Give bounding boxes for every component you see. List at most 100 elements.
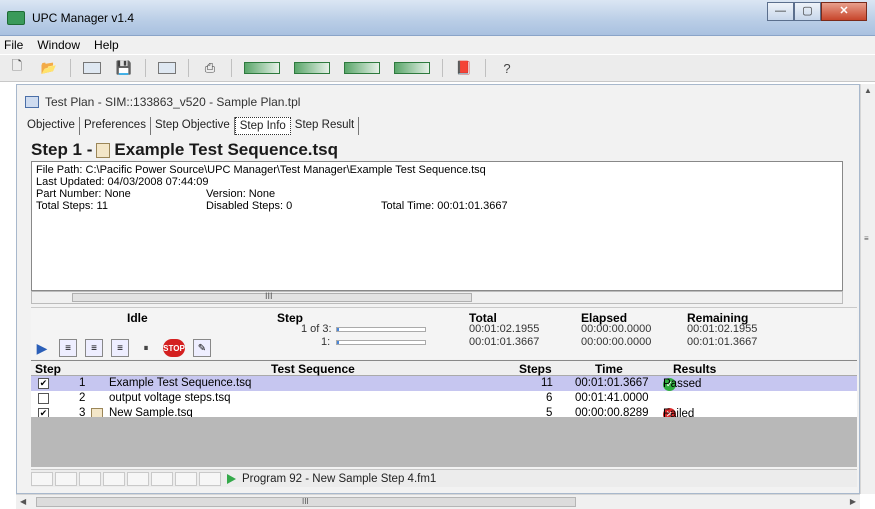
properties-icon[interactable]: [156, 58, 178, 78]
table-header: Step Test Sequence Steps Time Results: [31, 361, 857, 376]
tab-step-result[interactable]: Step Result: [291, 117, 360, 135]
toolbar-separator: [70, 59, 71, 77]
toolbar-separator: [442, 59, 443, 77]
scroll-grip-icon[interactable]: ≡: [864, 234, 869, 243]
row-steps: 6: [546, 392, 553, 404]
status-cell: [127, 471, 149, 486]
window-title: UPC Manager v1.4: [32, 11, 135, 25]
row-number: 1: [79, 377, 86, 389]
remaining-plan: 00:01:02.1955: [687, 323, 758, 335]
tab-step-objective[interactable]: Step Objective: [151, 117, 235, 135]
main-vertical-scrollbar[interactable]: ▲ ≡: [860, 84, 875, 494]
step-progress-label: 1 of 3:: [301, 323, 332, 335]
pause-icon[interactable]: ⏸: [137, 339, 155, 357]
col-step[interactable]: Step: [35, 362, 61, 376]
row-result: Passed: [663, 378, 702, 390]
scroll-grip: III: [302, 497, 309, 506]
row-time: 00:01:01.3667: [575, 377, 649, 389]
elapsed-plan: 00:00:00.0000: [581, 323, 652, 335]
row-sequence: Example Test Sequence.tsq: [109, 377, 252, 389]
sync-icon[interactable]: [392, 58, 432, 78]
row-sequence: output voltage steps.tsq: [109, 392, 231, 404]
scroll-right-icon[interactable]: ▶: [850, 497, 856, 506]
sequence-progress-bar: [336, 340, 426, 345]
close-button[interactable]: ✕: [821, 2, 867, 21]
sequence-file-icon: [96, 142, 111, 158]
row-enable-checkbox[interactable]: [38, 393, 49, 404]
document-header: Test Plan - SIM::133863_v520 - Sample Pl…: [25, 93, 300, 111]
step-over-icon[interactable]: ≡: [85, 339, 103, 357]
book-icon[interactable]: 📕: [453, 58, 475, 78]
run-state: Idle: [127, 311, 148, 325]
save-all-icon[interactable]: 💾: [113, 58, 135, 78]
col-test-sequence[interactable]: Test Sequence: [271, 362, 355, 376]
play-icon[interactable]: ▶: [33, 339, 51, 357]
row-time: 00:01:41.0000: [575, 392, 649, 404]
col-time[interactable]: Time: [595, 362, 623, 376]
new-file-icon[interactable]: 🗋: [6, 58, 28, 78]
test-plan-icon: [25, 96, 39, 108]
menu-window[interactable]: Window: [37, 38, 80, 52]
window-controls: — ▢ ✕: [767, 2, 867, 21]
table-row[interactable]: 2 output voltage steps.tsq 6 00:01:41.00…: [31, 391, 857, 406]
test-plan-window: Test Plan - SIM::133863_v520 - Sample Pl…: [16, 84, 860, 494]
row-number: 2: [79, 392, 86, 404]
run-controls: ▶ ≡ ≡ ≡ ⏸ STOP ✎: [33, 339, 219, 357]
tab-preferences[interactable]: Preferences: [80, 117, 151, 135]
info-horizontal-scrollbar[interactable]: III: [31, 291, 843, 304]
status-cell: [103, 471, 125, 486]
col-steps[interactable]: Steps: [519, 362, 552, 376]
status-cell: [199, 471, 221, 486]
step-out-icon[interactable]: ≡: [111, 339, 129, 357]
info-file-path: File Path: C:\Pacific Power Source\UPC M…: [36, 164, 486, 176]
info-last-updated: Last Updated: 04/03/2008 07:44:09: [36, 176, 209, 188]
toolbar: 🗋 📂 💾 ⎙ 📕 ?: [0, 55, 875, 82]
status-cell: [55, 471, 77, 486]
document-title: Test Plan - SIM::133863_v520 - Sample Pl…: [45, 95, 301, 109]
step-name: Example Test Sequence.tsq: [114, 140, 339, 159]
scroll-grip: III: [265, 291, 273, 301]
table-row[interactable]: ✔ 1 Example Test Sequence.tsq 11 00:01:0…: [31, 376, 857, 391]
tab-step-info[interactable]: Step Info: [234, 117, 291, 135]
minimize-button[interactable]: —: [767, 2, 794, 21]
transfer-icon[interactable]: [342, 58, 382, 78]
status-cell: [31, 471, 53, 486]
open-folder-icon[interactable]: 📂: [38, 58, 60, 78]
edit-icon[interactable]: ✎: [193, 339, 211, 357]
info-total-time: Total Time: 00:01:01.3667: [381, 200, 508, 212]
menu-help[interactable]: Help: [94, 38, 119, 52]
step-heading: Step 1 - Example Test Sequence.tsq: [31, 140, 338, 160]
row-enable-checkbox[interactable]: ✔: [38, 378, 49, 389]
scroll-left-icon[interactable]: ◀: [20, 497, 26, 506]
title-bar: UPC Manager v1.4 — ▢ ✕: [0, 0, 875, 36]
tab-objective[interactable]: Objective: [23, 117, 80, 135]
plan-progress-bar: [336, 327, 426, 332]
stop-icon[interactable]: STOP: [163, 339, 185, 357]
print-icon[interactable]: ⎙: [199, 58, 221, 78]
col-results[interactable]: Results: [673, 362, 716, 376]
menu-bar: File Window Help: [0, 36, 875, 54]
toolbar-separator: [485, 59, 486, 77]
tab-strip: Objective Preferences Step Objective Ste…: [23, 117, 360, 135]
step-into-icon[interactable]: ≡: [59, 339, 77, 357]
maximize-button[interactable]: ▢: [794, 2, 821, 21]
main-horizontal-scrollbar[interactable]: ◀ III ▶: [16, 494, 860, 509]
scroll-up-icon[interactable]: ▲: [864, 86, 872, 95]
app-icon: [7, 11, 25, 25]
status-cell: [151, 471, 173, 486]
info-part-number: Part Number: None: [36, 188, 131, 200]
step-info-box: File Path: C:\Pacific Power Source\UPC M…: [31, 161, 843, 291]
download-icon[interactable]: [242, 58, 282, 78]
header-step: Step: [277, 311, 304, 325]
upload-icon[interactable]: [292, 58, 332, 78]
total-plan: 00:01:02.1955: [469, 323, 540, 335]
menu-file[interactable]: File: [4, 38, 23, 52]
toolbar-separator: [145, 59, 146, 77]
help-icon[interactable]: ?: [496, 58, 518, 78]
sequence-progress-label: 1:: [321, 336, 331, 348]
total-sequence: 00:01:01.3667: [469, 336, 540, 348]
run-status-panel: Idle Step Total Elapsed Remaining 1 of 3…: [31, 307, 857, 359]
row-steps: 11: [541, 377, 553, 389]
current-program: Program 92 - New Sample Step 4.fm1: [227, 473, 436, 485]
save-icon[interactable]: [81, 58, 103, 78]
